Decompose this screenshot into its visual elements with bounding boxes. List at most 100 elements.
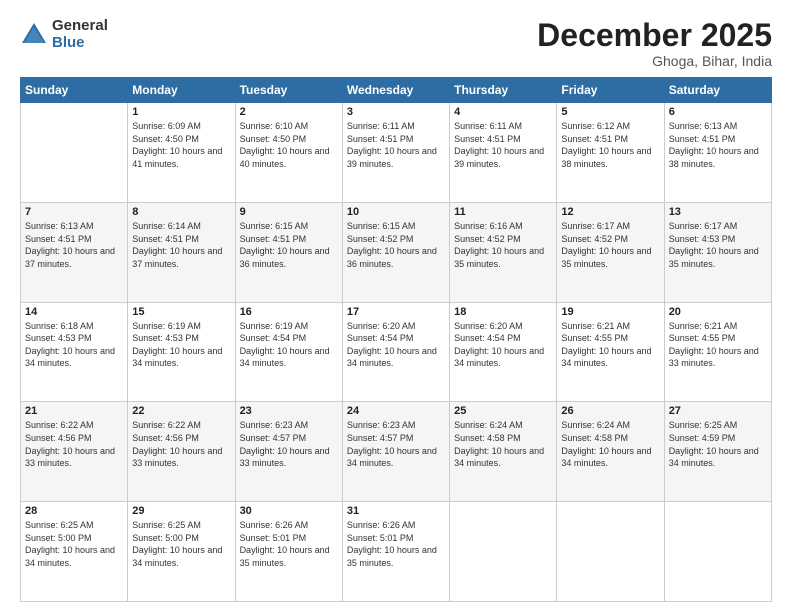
day-info: Sunrise: 6:15 AMSunset: 4:51 PMDaylight:… — [240, 221, 330, 269]
day-info: Sunrise: 6:25 AMSunset: 4:59 PMDaylight:… — [669, 420, 759, 468]
calendar-cell: 28Sunrise: 6:25 AMSunset: 5:00 PMDayligh… — [21, 502, 128, 602]
calendar-cell: 10 Sunrise: 6:15 AMSunset: 4:52 PMDayligh… — [342, 202, 449, 302]
calendar-cell: 1Sunrise: 6:09 AMSunset: 4:50 PMDaylight… — [128, 103, 235, 203]
calendar-cell: 11Sunrise: 6:16 AMSunset: 4:52 PMDayligh… — [450, 202, 557, 302]
day-info: Sunrise: 6:26 AMSunset: 5:01 PMDaylight:… — [347, 520, 437, 568]
day-number: 7 — [25, 206, 123, 218]
calendar-header-row: SundayMondayTuesdayWednesdayThursdayFrid… — [21, 78, 772, 103]
calendar-cell: 16Sunrise: 6:19 AMSunset: 4:54 PMDayligh… — [235, 302, 342, 402]
day-number: 22 — [132, 405, 230, 417]
header: General Blue December 2025 Ghoga, Bihar,… — [20, 18, 772, 69]
day-info: Sunrise: 6:24 AMSunset: 4:58 PMDaylight:… — [454, 420, 544, 468]
calendar-week-row: 28 Sunrise: 6:25 AMSunset: 5:00 PMDayligh… — [21, 502, 772, 602]
day-number: 5 — [561, 106, 659, 118]
calendar-cell: 31 Sunrise: 6:26 AMSunset: 5:01 PMDayligh… — [342, 502, 449, 602]
calendar-cell: 17 Sunrise: 6:20 AMSunset: 4:54 PMDayligh… — [342, 302, 449, 402]
calendar-cell: 21Sunrise: 6:22 AMSunset: 4:56 PMDayligh… — [21, 402, 128, 502]
day-info: Sunrise: 6:22 AMSunset: 4:56 PMDaylight:… — [25, 420, 115, 468]
calendar-cell: 12Sunrise: 6:17 AMSunset: 4:52 PMDayligh… — [557, 202, 664, 302]
calendar-cell: 15 Sunrise: 6:19 AMSunset: 4:53 PMDayligh… — [128, 302, 235, 402]
day-info: Sunrise: 6:13 AMSunset: 4:51 PMDaylight:… — [25, 221, 115, 269]
day-number: 27 — [669, 405, 767, 417]
day-number: 9 — [240, 206, 338, 218]
weekday-header: Monday — [128, 78, 235, 103]
calendar-cell: 27 Sunrise: 6:25 AMSunset: 4:59 PMDayligh… — [664, 402, 771, 502]
calendar-week-row: 21Sunrise: 6:22 AMSunset: 4:56 PMDayligh… — [21, 402, 772, 502]
day-info: Sunrise: 6:11 AMSunset: 4:51 PMDaylight:… — [347, 121, 437, 169]
calendar-cell: 9 Sunrise: 6:15 AMSunset: 4:51 PMDaylight… — [235, 202, 342, 302]
day-info: Sunrise: 6:15 AMSunset: 4:52 PMDaylight:… — [347, 221, 437, 269]
page: General Blue December 2025 Ghoga, Bihar,… — [0, 0, 792, 612]
calendar-cell: 26 Sunrise: 6:24 AMSunset: 4:58 PMDayligh… — [557, 402, 664, 502]
day-info: Sunrise: 6:25 AMSunset: 5:00 PMDaylight:… — [132, 520, 222, 568]
day-number: 18 — [454, 306, 552, 318]
calendar-cell: 4 Sunrise: 6:11 AMSunset: 4:51 PMDaylight… — [450, 103, 557, 203]
day-info: Sunrise: 6:11 AMSunset: 4:51 PMDaylight:… — [454, 121, 544, 169]
day-info: Sunrise: 6:09 AMSunset: 4:50 PMDaylight:… — [132, 121, 222, 169]
weekday-header: Saturday — [664, 78, 771, 103]
day-number: 11 — [454, 206, 552, 218]
weekday-header: Thursday — [450, 78, 557, 103]
day-number: 28 — [25, 505, 123, 517]
calendar-week-row: 7 Sunrise: 6:13 AMSunset: 4:51 PMDaylight… — [21, 202, 772, 302]
day-info: Sunrise: 6:19 AMSunset: 4:54 PMDaylight:… — [240, 321, 330, 369]
calendar-cell: 18 Sunrise: 6:20 AMSunset: 4:54 PMDayligh… — [450, 302, 557, 402]
day-info: Sunrise: 6:22 AMSunset: 4:56 PMDaylight:… — [132, 420, 222, 468]
calendar-week-row: 14Sunrise: 6:18 AMSunset: 4:53 PMDayligh… — [21, 302, 772, 402]
calendar-cell: 3 Sunrise: 6:11 AMSunset: 4:51 PMDaylight… — [342, 103, 449, 203]
day-number: 19 — [561, 306, 659, 318]
day-number: 23 — [240, 405, 338, 417]
day-number: 29 — [132, 505, 230, 517]
calendar-cell — [664, 502, 771, 602]
day-info: Sunrise: 6:17 AMSunset: 4:53 PMDaylight:… — [669, 221, 759, 269]
day-info: Sunrise: 6:23 AMSunset: 4:57 PMDaylight:… — [240, 420, 330, 468]
weekday-header: Wednesday — [342, 78, 449, 103]
location: Ghoga, Bihar, India — [537, 53, 772, 69]
day-number: 30 — [240, 505, 338, 517]
day-number: 13 — [669, 206, 767, 218]
day-info: Sunrise: 6:26 AMSunset: 5:01 PMDaylight:… — [240, 520, 330, 568]
day-number: 15 — [132, 306, 230, 318]
weekday-header: Sunday — [21, 78, 128, 103]
weekday-header: Tuesday — [235, 78, 342, 103]
day-number: 24 — [347, 405, 445, 417]
day-info: Sunrise: 6:20 AMSunset: 4:54 PMDaylight:… — [347, 321, 437, 369]
day-info: Sunrise: 6:21 AMSunset: 4:55 PMDaylight:… — [561, 321, 651, 369]
day-number: 3 — [347, 106, 445, 118]
logo-blue: Blue — [52, 35, 108, 52]
day-info: Sunrise: 6:13 AMSunset: 4:51 PMDaylight:… — [669, 121, 759, 169]
day-info: Sunrise: 6:24 AMSunset: 4:58 PMDaylight:… — [561, 420, 651, 468]
day-info: Sunrise: 6:18 AMSunset: 4:53 PMDaylight:… — [25, 321, 115, 369]
calendar-week-row: 1Sunrise: 6:09 AMSunset: 4:50 PMDaylight… — [21, 103, 772, 203]
calendar-cell: 7 Sunrise: 6:13 AMSunset: 4:51 PMDaylight… — [21, 202, 128, 302]
logo-general: General — [52, 18, 108, 35]
calendar-cell — [21, 103, 128, 203]
day-info: Sunrise: 6:19 AMSunset: 4:53 PMDaylight:… — [132, 321, 222, 369]
day-info: Sunrise: 6:20 AMSunset: 4:54 PMDaylight:… — [454, 321, 544, 369]
month-title: December 2025 — [537, 18, 772, 53]
calendar-table: SundayMondayTuesdayWednesdayThursdayFrid… — [20, 77, 772, 602]
day-info: Sunrise: 6:12 AMSunset: 4:51 PMDaylight:… — [561, 121, 651, 169]
day-number: 31 — [347, 505, 445, 517]
weekday-header: Friday — [557, 78, 664, 103]
calendar-cell: 22 Sunrise: 6:22 AMSunset: 4:56 PMDayligh… — [128, 402, 235, 502]
day-number: 26 — [561, 405, 659, 417]
calendar-cell: 25 Sunrise: 6:24 AMSunset: 4:58 PMDayligh… — [450, 402, 557, 502]
day-info: Sunrise: 6:17 AMSunset: 4:52 PMDaylight:… — [561, 221, 651, 269]
logo: General Blue — [20, 18, 108, 51]
calendar-cell: 23 Sunrise: 6:23 AMSunset: 4:57 PMDayligh… — [235, 402, 342, 502]
day-number: 10 — [347, 206, 445, 218]
calendar-cell: 20Sunrise: 6:21 AMSunset: 4:55 PMDayligh… — [664, 302, 771, 402]
logo-icon — [20, 21, 48, 49]
day-number: 4 — [454, 106, 552, 118]
day-info: Sunrise: 6:23 AMSunset: 4:57 PMDaylight:… — [347, 420, 437, 468]
day-info: Sunrise: 6:10 AMSunset: 4:50 PMDaylight:… — [240, 121, 330, 169]
calendar-cell: 2Sunrise: 6:10 AMSunset: 4:50 PMDaylight… — [235, 103, 342, 203]
day-number: 17 — [347, 306, 445, 318]
day-number: 6 — [669, 106, 767, 118]
calendar-cell: 29 Sunrise: 6:25 AMSunset: 5:00 PMDayligh… — [128, 502, 235, 602]
calendar-cell: 19 Sunrise: 6:21 AMSunset: 4:55 PMDayligh… — [557, 302, 664, 402]
calendar-cell — [450, 502, 557, 602]
day-number: 25 — [454, 405, 552, 417]
calendar-cell: 6 Sunrise: 6:13 AMSunset: 4:51 PMDaylight… — [664, 103, 771, 203]
